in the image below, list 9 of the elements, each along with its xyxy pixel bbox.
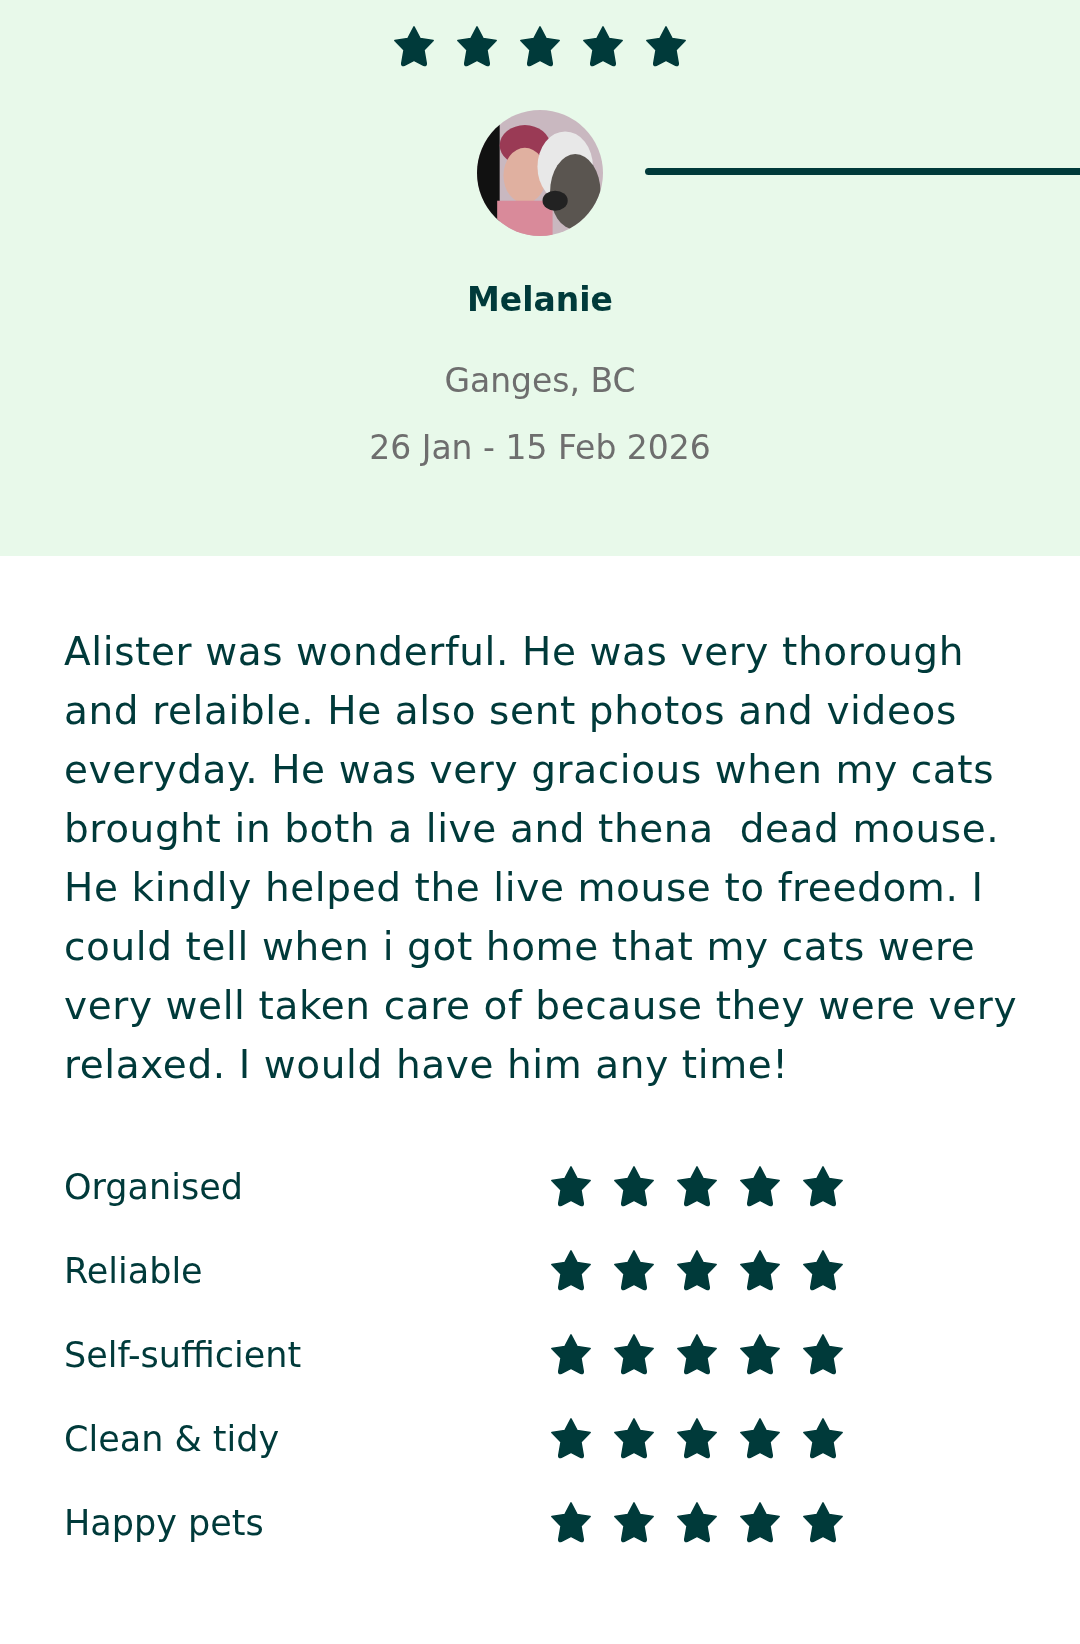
reviewer-name: Melanie [467, 280, 613, 319]
rating-label: Reliable [64, 1251, 204, 1291]
rating-label: Happy pets [64, 1503, 265, 1543]
rating-label: Organised [64, 1167, 244, 1207]
stay-dates: 26 Jan - 15 Feb 2026 [369, 428, 711, 467]
review-text: Alister was wonderful. He was very thorough and relaible. He also sent photos and videos everyday. He was very gracious when my cats brought in both a live and thena dead mouse. He kindly helped the live mouse to freedom. I could tell when i got home that my cats were very well taken care of because they were very relaxed. I would have him any time! [64, 628, 1019, 1089]
rating-label: Self-sufficient [64, 1335, 303, 1375]
rating-label: Clean & tidy [64, 1419, 281, 1459]
location: Ganges, BC [444, 361, 636, 400]
